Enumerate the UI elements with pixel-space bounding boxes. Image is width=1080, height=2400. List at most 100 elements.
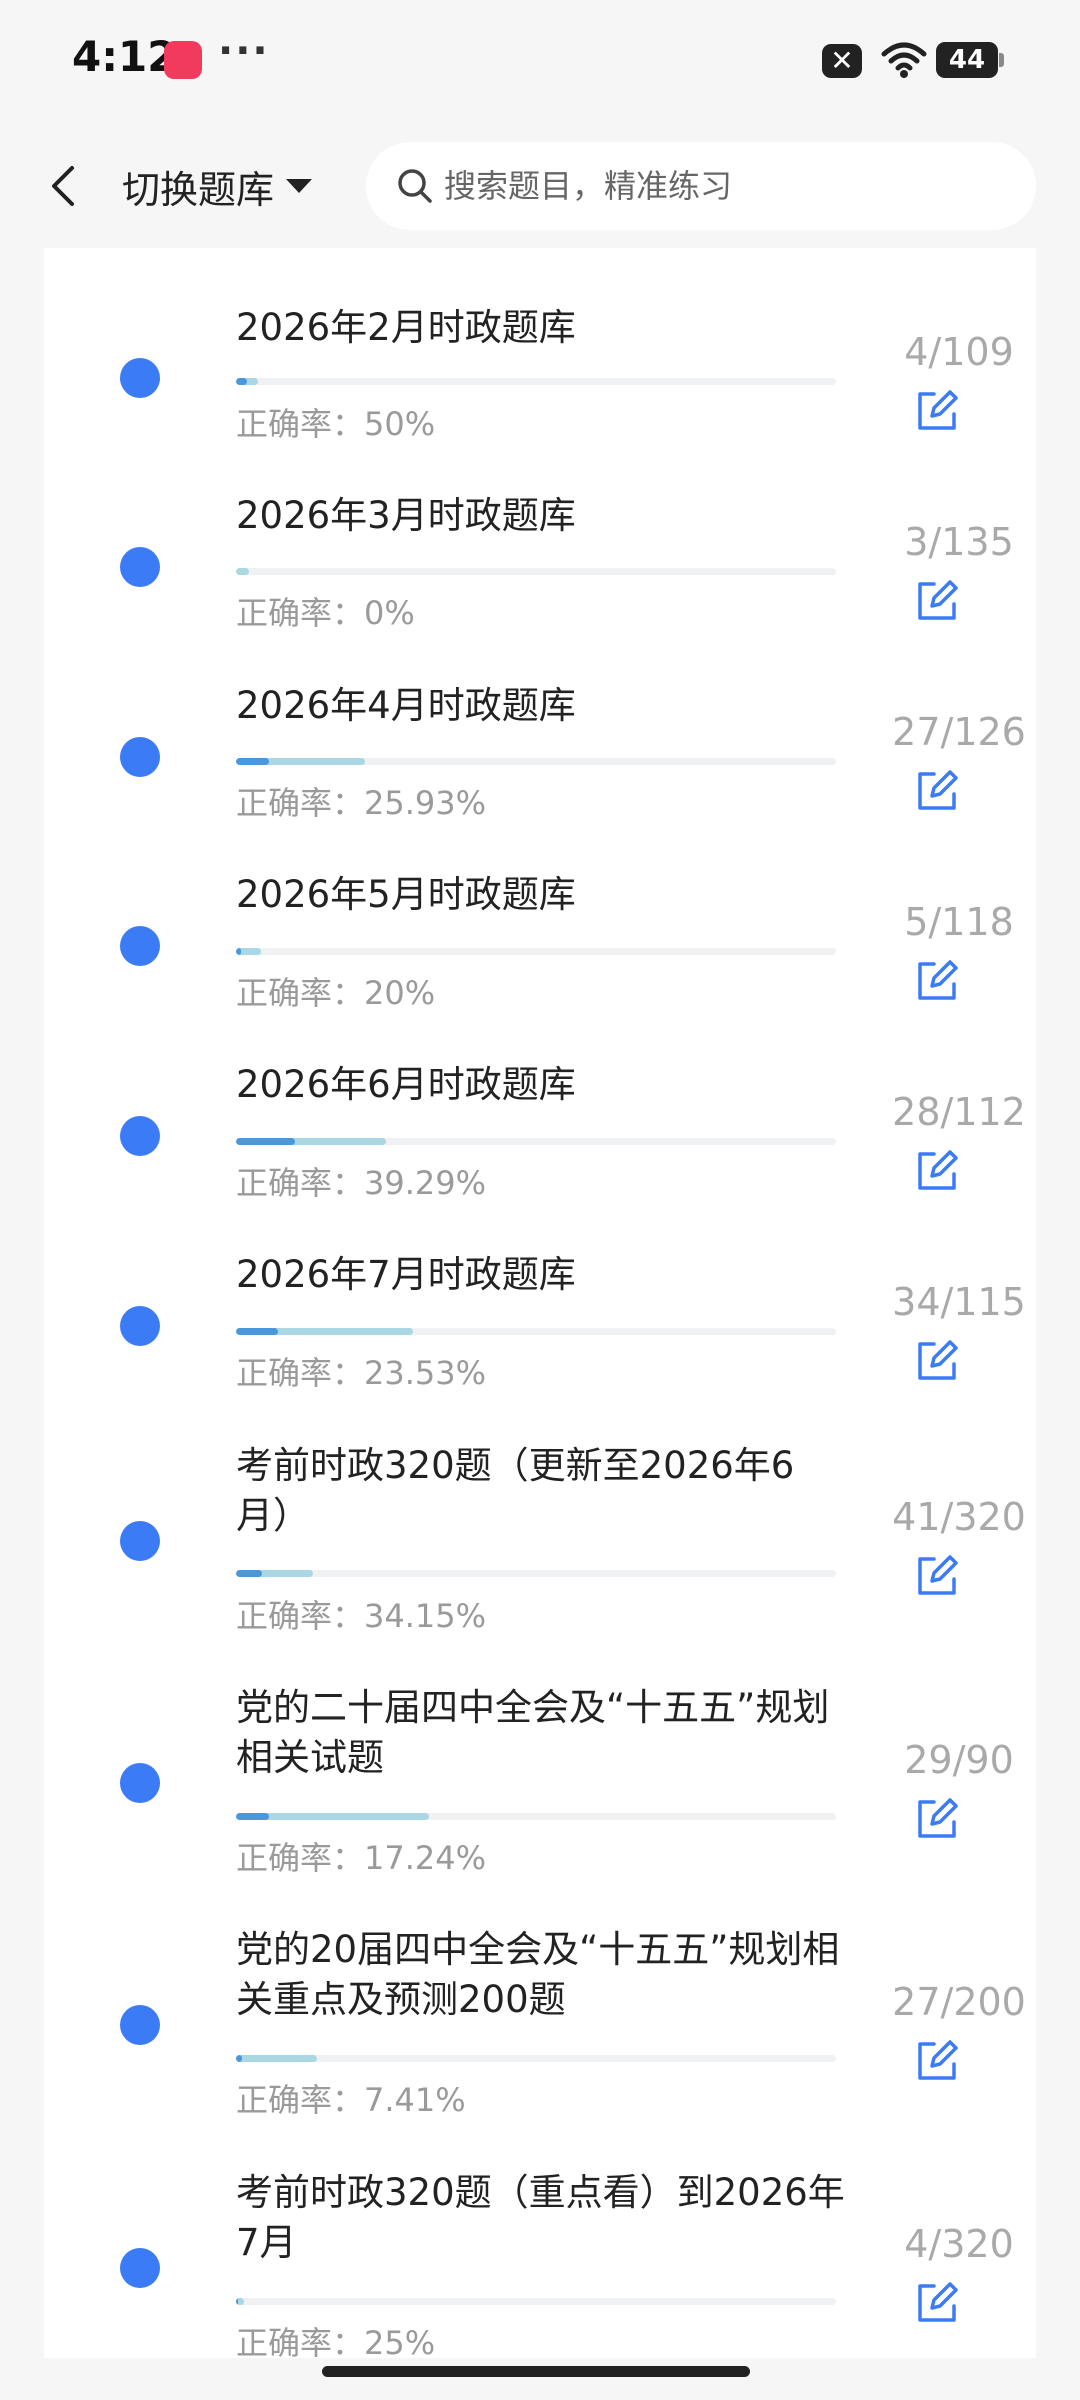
progress-correct-fill <box>236 378 247 385</box>
item-progress-count: 28/112 <box>892 1090 1026 1134</box>
item-title: 党的20届四中全会及“十五五”规划相关重点及预测200题 <box>236 1928 840 2021</box>
item-title: 2026年7月时政题库 <box>236 1253 576 1296</box>
accuracy-label: 正确率： <box>236 405 365 443</box>
accuracy-value: 34.15% <box>364 1597 487 1635</box>
caret-down-icon <box>286 179 313 193</box>
progress-bar <box>236 1328 836 1335</box>
accuracy-label: 正确率： <box>236 594 365 632</box>
item-dot <box>120 2005 160 2045</box>
edit-practice-icon[interactable] <box>914 2038 960 2084</box>
battery-icon: 44 <box>936 42 1004 78</box>
progress-correct-fill <box>236 948 242 955</box>
item-dot <box>120 546 160 587</box>
edit-practice-icon[interactable] <box>914 768 960 814</box>
item-dot <box>120 358 160 398</box>
item-accuracy: 正确率：34.15% <box>236 1596 486 1636</box>
progress-bar <box>236 1570 836 1577</box>
item-accuracy: 正确率：25.93% <box>236 783 486 823</box>
item-title: 2026年5月时政题库 <box>236 873 576 916</box>
item-dot <box>120 1116 160 1156</box>
progress-correct-fill <box>236 1138 295 1145</box>
accuracy-label: 正确率： <box>236 1839 365 1877</box>
progress-correct-fill <box>236 2298 238 2305</box>
item-dot <box>120 1521 160 1561</box>
edit-practice-icon[interactable] <box>914 1553 960 1599</box>
item-title: 2026年2月时政题库 <box>236 306 576 349</box>
switch-question-bank-button[interactable]: 切换题库 <box>122 158 313 214</box>
item-progress-count: 27/200 <box>892 1980 1026 2024</box>
accuracy-label: 正确率： <box>236 1597 365 1635</box>
accuracy-label: 正确率： <box>236 1164 365 1202</box>
question-bank-list: 2026年2月时政题库 正确率：50% 4/109 2026年3月时政题库 正确率：0%… <box>44 248 1036 2362</box>
progress-bar <box>236 2298 836 2305</box>
item-progress-count: 4/109 <box>904 330 1014 374</box>
progress-bar <box>236 758 836 765</box>
progress-done-fill <box>236 568 250 575</box>
item-progress-count: 5/118 <box>904 900 1014 944</box>
home-indicator <box>322 2366 750 2377</box>
progress-correct-fill <box>236 2055 242 2062</box>
switch-question-bank-label: 切换题库 <box>122 167 275 212</box>
item-title: 2026年6月时政题库 <box>236 1063 576 1106</box>
edit-practice-icon[interactable] <box>914 1796 960 1842</box>
item-progress-count: 41/320 <box>892 1495 1026 1539</box>
item-progress-count: 4/320 <box>904 2222 1014 2266</box>
accuracy-value: 50% <box>364 405 436 443</box>
progress-bar <box>236 1138 836 1145</box>
accuracy-value: 20% <box>364 974 436 1012</box>
search-input[interactable] <box>444 167 1004 205</box>
search-box[interactable] <box>366 142 1036 230</box>
progress-correct-fill <box>236 1813 270 1820</box>
accuracy-value: 7.41% <box>364 2081 466 2119</box>
item-dot <box>120 926 160 966</box>
item-title: 2026年4月时政题库 <box>236 684 576 727</box>
progress-correct-fill <box>236 1570 263 1577</box>
edit-practice-icon[interactable] <box>914 958 960 1004</box>
progress-bar <box>236 568 836 575</box>
app-screen: 4:12 ··· ✕ 44 切换题库 2026年2月时政题库正确率：50%4/1… <box>0 0 1080 2400</box>
edit-practice-icon[interactable] <box>914 2280 960 2326</box>
item-title: 党的二十届四中全会及“十五五”规划相关试题 <box>236 1686 830 1779</box>
progress-bar <box>236 948 836 955</box>
item-accuracy: 正确率：25% <box>236 2323 435 2363</box>
status-bar: 4:12 ··· ✕ 44 <box>0 0 1080 118</box>
item-progress-count: 27/126 <box>892 710 1026 754</box>
progress-done-fill <box>236 2055 317 2062</box>
item-accuracy: 正确率：20% <box>236 973 435 1013</box>
edit-practice-icon[interactable] <box>914 1338 960 1384</box>
accuracy-label: 正确率： <box>236 974 365 1012</box>
progress-correct-fill <box>236 1328 278 1335</box>
item-dot <box>120 1306 160 1346</box>
edit-practice-icon[interactable] <box>914 1148 960 1194</box>
item-accuracy: 正确率：7.41% <box>236 2080 466 2120</box>
progress-bar <box>236 1813 836 1820</box>
accuracy-value: 39.29% <box>364 1164 487 1202</box>
accuracy-value: 25.93% <box>364 784 487 822</box>
item-accuracy: 正确率：50% <box>236 404 435 444</box>
item-progress-count: 34/115 <box>892 1280 1026 1324</box>
item-accuracy: 正确率：23.53% <box>236 1353 486 1393</box>
progress-correct-fill <box>236 758 270 765</box>
item-title: 2026年3月时政题库 <box>236 494 576 537</box>
item-dot <box>120 1763 160 1803</box>
item-accuracy: 正确率：39.29% <box>236 1163 486 1203</box>
accuracy-label: 正确率： <box>236 784 365 822</box>
accuracy-value: 0% <box>364 594 415 632</box>
close-notification-icon: ✕ <box>822 44 862 78</box>
top-bar: 切换题库 <box>0 118 1080 248</box>
progress-bar <box>236 2055 836 2062</box>
accuracy-value: 25% <box>364 2324 436 2362</box>
wifi-icon <box>881 42 927 78</box>
item-dot <box>120 2248 160 2288</box>
search-icon <box>398 169 432 203</box>
accuracy-value: 17.24% <box>364 1839 487 1877</box>
edit-practice-icon[interactable] <box>914 578 960 624</box>
item-accuracy: 正确率：17.24% <box>236 1838 486 1878</box>
accuracy-label: 正确率： <box>236 2081 365 2119</box>
status-more-icon: ··· <box>218 28 270 74</box>
item-progress-count: 3/135 <box>904 520 1014 564</box>
back-arrow-icon[interactable] <box>44 162 84 210</box>
item-accuracy: 正确率：0% <box>236 593 415 633</box>
accuracy-label: 正确率： <box>236 2324 365 2362</box>
edit-practice-icon[interactable] <box>914 388 960 434</box>
